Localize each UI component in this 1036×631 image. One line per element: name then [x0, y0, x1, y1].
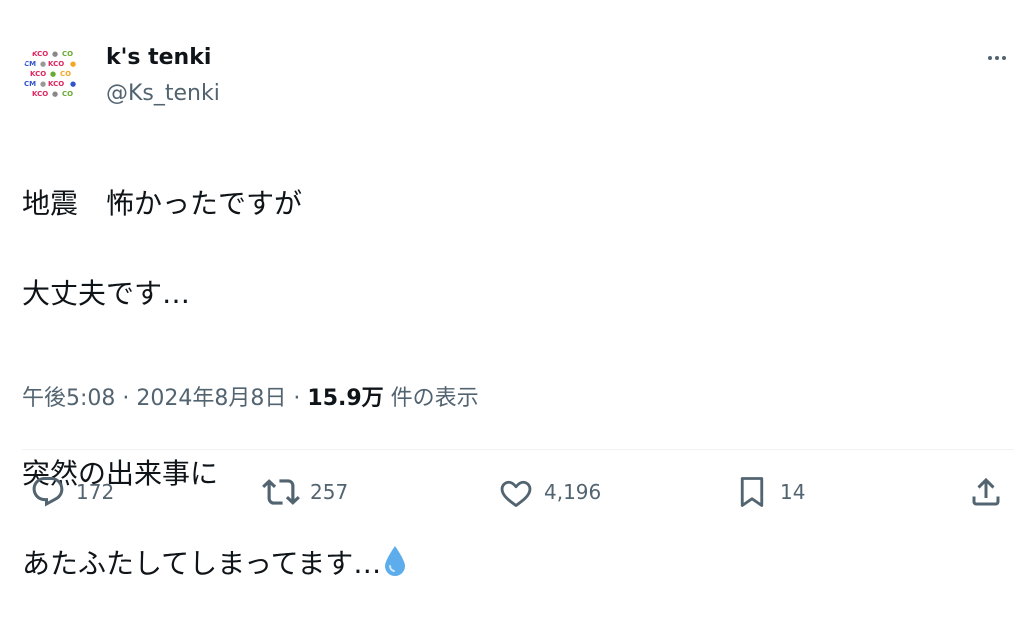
svg-text:●: ● [70, 60, 76, 68]
like-count: 4,196 [544, 480, 602, 504]
tweet-line: 大丈夫です… [22, 277, 191, 310]
views-label: 件の表示 [390, 386, 479, 411]
tweet-line-text: あたふたしてしまってます… [22, 547, 382, 580]
heart-icon [500, 480, 532, 507]
droplet-icon [385, 546, 406, 576]
svg-text:CO: CO [62, 90, 73, 98]
svg-text:KCO: KCO [48, 80, 64, 88]
tweet-time[interactable]: 午後5:08 [22, 386, 115, 411]
retweet-button[interactable]: 257 [262, 472, 348, 512]
retweet-count: 257 [310, 480, 349, 504]
divider [22, 449, 1014, 450]
views-count[interactable]: 15.9万 [307, 386, 383, 411]
reply-count: 172 [76, 480, 115, 504]
svg-text:CM: CM [24, 80, 36, 88]
tweet-meta: 午後5:08 · 2024年8月8日 · 15.9万 件の表示 [22, 384, 479, 414]
svg-text:●: ● [40, 60, 46, 68]
bookmark-icon [740, 477, 764, 507]
share-button[interactable] [968, 472, 1004, 512]
user-handle[interactable]: @Ks_tenki [106, 80, 220, 108]
svg-text:CO: CO [60, 70, 71, 78]
tweet-card: KCO ● CO CM ● KCO ● KCO ● CO CM ● KCO ● … [0, 0, 1036, 580]
svg-text:KCO: KCO [48, 60, 64, 68]
svg-text:KCO: KCO [32, 90, 48, 98]
svg-text:KCO: KCO [30, 70, 46, 78]
more-horizontal-icon [988, 56, 1006, 60]
svg-text:●: ● [70, 80, 76, 88]
svg-text:CO: CO [62, 50, 73, 58]
tweet-date[interactable]: 2024年8月8日 [136, 386, 286, 411]
svg-text:●: ● [50, 70, 56, 78]
avatar-logo-pattern: KCO ● CO CM ● KCO ● KCO ● CO CM ● KCO ● … [22, 44, 88, 110]
more-options-button[interactable] [975, 40, 1019, 76]
reply-button[interactable]: 172 [30, 472, 114, 512]
svg-text:●: ● [52, 50, 58, 58]
avatar[interactable]: KCO ● CO CM ● KCO ● KCO ● CO CM ● KCO ● … [22, 44, 88, 110]
bookmark-count: 14 [780, 480, 806, 504]
bookmark-button[interactable]: 14 [734, 472, 805, 512]
display-name[interactable]: k's tenki [106, 44, 211, 72]
tweet-line: 地震 怖かったですが [22, 187, 303, 220]
like-button[interactable]: 4,196 [498, 472, 601, 512]
tweet-line-last: あたふたしてしまってます… [22, 541, 407, 586]
share-icon [972, 477, 1000, 506]
svg-text:KCO: KCO [32, 50, 48, 58]
svg-text:●: ● [52, 90, 58, 98]
svg-text:CM: CM [24, 60, 36, 68]
svg-text:●: ● [40, 80, 46, 88]
retweet-icon [262, 479, 300, 505]
reply-icon [32, 477, 64, 507]
